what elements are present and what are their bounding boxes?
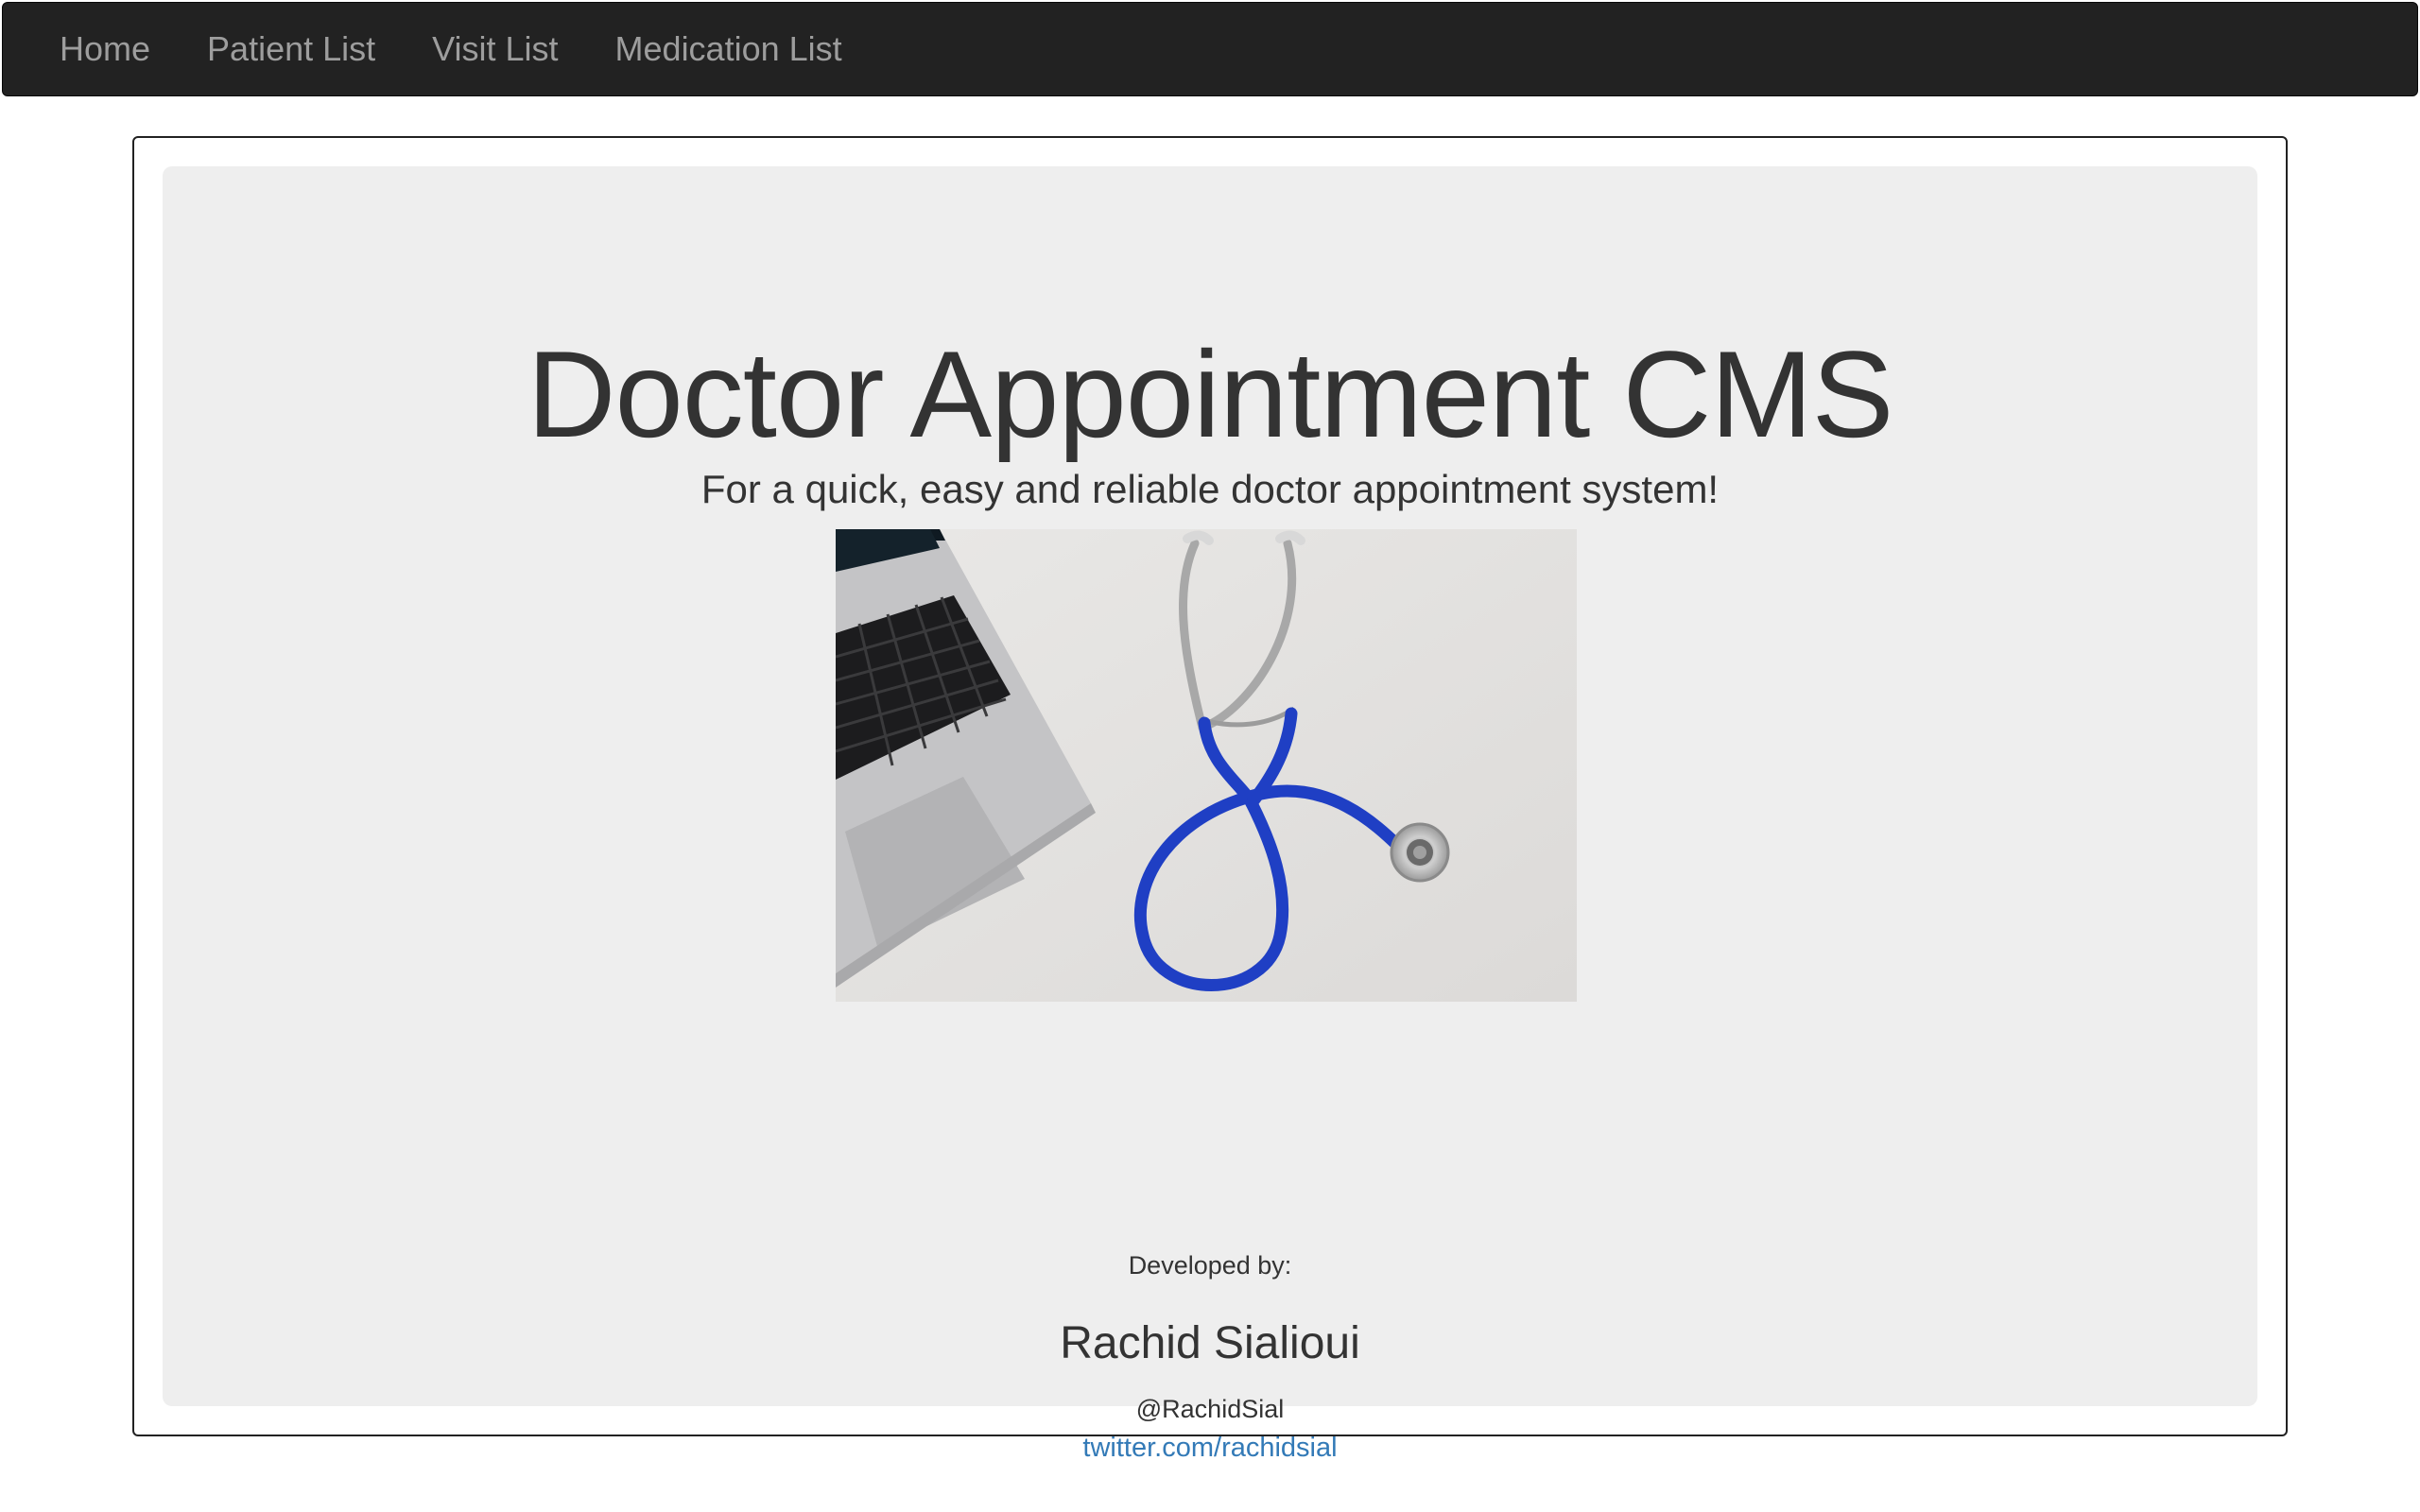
nav-home-link[interactable]: Home	[31, 2, 179, 96]
nav-visit-list-link[interactable]: Visit List	[404, 2, 586, 96]
main-container: Doctor Appointment CMS For a quick, easy…	[132, 136, 2288, 1463]
developer-handle: @RachidSial	[1135, 1395, 1285, 1423]
page-subtitle: For a quick, easy and reliable doctor ap…	[700, 467, 1720, 511]
laptop-stethoscope-illustration	[836, 529, 1577, 1002]
twitter-link-wrapper: twitter.com/rachidsial	[163, 1433, 2257, 1464]
nav-medication-list-link[interactable]: Medication List	[587, 2, 871, 96]
hero-image	[836, 529, 1577, 1002]
twitter-link[interactable]: twitter.com/rachidsial	[1082, 1433, 1337, 1463]
developed-by-label: Developed by:	[1128, 1251, 1292, 1280]
developer-name: Rachid Sialioui	[1060, 1318, 1360, 1368]
jumbotron: Doctor Appointment CMS For a quick, easy…	[163, 166, 2257, 1463]
page-title: Doctor Appointment CMS	[527, 325, 1894, 463]
top-navbar: Home Patient List Visit List Medication …	[2, 2, 2418, 96]
nav-patient-list-link[interactable]: Patient List	[179, 2, 404, 96]
